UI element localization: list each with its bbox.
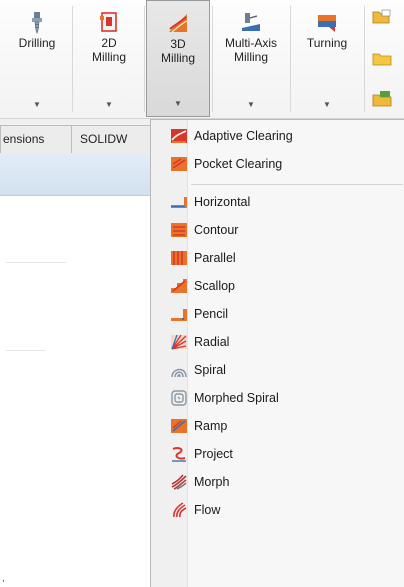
menu-item-parallel[interactable]: Parallel: [151, 244, 404, 272]
menu-item-morphed-spiral[interactable]: Morphed Spiral: [151, 384, 404, 412]
ribbon-button-turning[interactable]: Turning ▼: [292, 0, 362, 117]
chevron-down-icon[interactable]: ▼: [174, 99, 182, 108]
menu-item-radial[interactable]: Radial: [151, 328, 404, 356]
radial-icon: [171, 334, 187, 350]
morphed-spiral-icon: [171, 390, 187, 406]
ribbon-label-3d-milling: 3D Milling: [160, 37, 195, 65]
panel-mark: ,: [2, 573, 5, 584]
menu-separator: [191, 184, 403, 185]
ramp-icon: [171, 419, 187, 433]
menu-item-label: Spiral: [194, 363, 226, 377]
ribbon-toolbar: Drilling ▼ 2D Milling ▼ 3D Milling ▼ Mul…: [0, 0, 404, 119]
separator: [364, 6, 365, 112]
menu-item-label: Contour: [194, 223, 239, 237]
menu-item-label: Morphed Spiral: [194, 391, 279, 405]
separator: [290, 6, 291, 112]
menu-item-label: Radial: [194, 335, 230, 349]
drilling-icon: [32, 12, 42, 34]
menu-item-project[interactable]: Project: [151, 440, 404, 468]
menu-item-pocket-clearing[interactable]: Pocket Clearing: [151, 150, 404, 178]
scallop-icon: [171, 279, 187, 293]
separator: [144, 6, 145, 112]
menu-item-horizontal[interactable]: Horizontal: [151, 188, 404, 216]
ribbon-button-drilling[interactable]: Drilling ▼: [4, 0, 70, 117]
parallel-icon: [171, 251, 187, 265]
chevron-down-icon[interactable]: ▼: [33, 100, 41, 109]
divider: [6, 350, 46, 351]
project-icon: [172, 446, 186, 462]
folder-open-icon[interactable]: [371, 8, 393, 26]
export-icon[interactable]: [371, 90, 393, 108]
multi-axis-milling-icon: [242, 13, 260, 31]
chevron-down-icon[interactable]: ▼: [247, 100, 255, 109]
panel-body: [0, 196, 150, 587]
ribbon-button-multi-axis-milling[interactable]: Multi-Axis Milling ▼: [214, 0, 288, 117]
menu-item-flow[interactable]: Flow: [151, 496, 404, 524]
separator: [212, 6, 213, 112]
tab-dimensions[interactable]: ensions: [0, 125, 72, 153]
menu-item-label: Scallop: [194, 279, 235, 293]
menu-item-label: Project: [194, 447, 233, 461]
panel-header: [0, 153, 150, 196]
3d-milling-dropdown-menu: Adaptive Clearing Pocket Clearing Horizo…: [150, 119, 404, 587]
menu-item-label: Adaptive Clearing: [194, 129, 293, 143]
menu-item-label: Flow: [194, 503, 221, 517]
horizontal-icon: [171, 197, 187, 208]
spiral-icon: [171, 368, 187, 378]
menu-item-morph[interactable]: Morph: [151, 468, 404, 496]
folder-icon[interactable]: [371, 50, 393, 68]
menu-item-adaptive-clearing[interactable]: Adaptive Clearing: [151, 122, 404, 150]
menu-item-spiral[interactable]: Spiral: [151, 356, 404, 384]
tab-solidworks[interactable]: SOLIDW: [71, 125, 153, 153]
morph-icon: [171, 474, 187, 490]
ribbon-button-3d-milling[interactable]: 3D Milling ▼: [146, 0, 210, 117]
separator: [72, 6, 73, 112]
2d-milling-icon: [100, 12, 117, 32]
menu-item-scallop[interactable]: Scallop: [151, 272, 404, 300]
menu-item-label: Ramp: [194, 419, 228, 433]
menu-item-contour[interactable]: Contour: [151, 216, 404, 244]
menu-item-pencil[interactable]: Pencil: [151, 300, 404, 328]
ribbon-label-2d-milling: 2D Milling: [91, 36, 126, 64]
menu-item-label: Pocket Clearing: [194, 157, 283, 171]
chevron-down-icon[interactable]: ▼: [105, 100, 113, 109]
contour-icon: [171, 223, 187, 237]
menu-item-label: Morph: [194, 475, 230, 489]
divider: [6, 262, 66, 263]
ribbon-label-multi-axis-milling: Multi-Axis Milling: [224, 36, 277, 64]
pocket-clearing-icon: [171, 157, 187, 171]
ribbon-label-turning: Turning: [306, 36, 348, 50]
flow-icon: [173, 502, 187, 518]
adaptive-clearing-icon: [171, 129, 187, 143]
menu-item-label: Parallel: [194, 251, 236, 265]
3d-milling-icon: [169, 14, 188, 33]
ribbon-button-2d-milling[interactable]: 2D Milling ▼: [76, 0, 142, 117]
pencil-icon: [171, 309, 187, 321]
chevron-down-icon[interactable]: ▼: [323, 100, 331, 109]
ribbon-label-drilling: Drilling: [18, 36, 56, 50]
menu-item-label: Pencil: [194, 307, 229, 321]
menu-item-label: Horizontal: [194, 195, 251, 209]
turning-icon: [318, 15, 336, 32]
menu-item-ramp[interactable]: Ramp: [151, 412, 404, 440]
